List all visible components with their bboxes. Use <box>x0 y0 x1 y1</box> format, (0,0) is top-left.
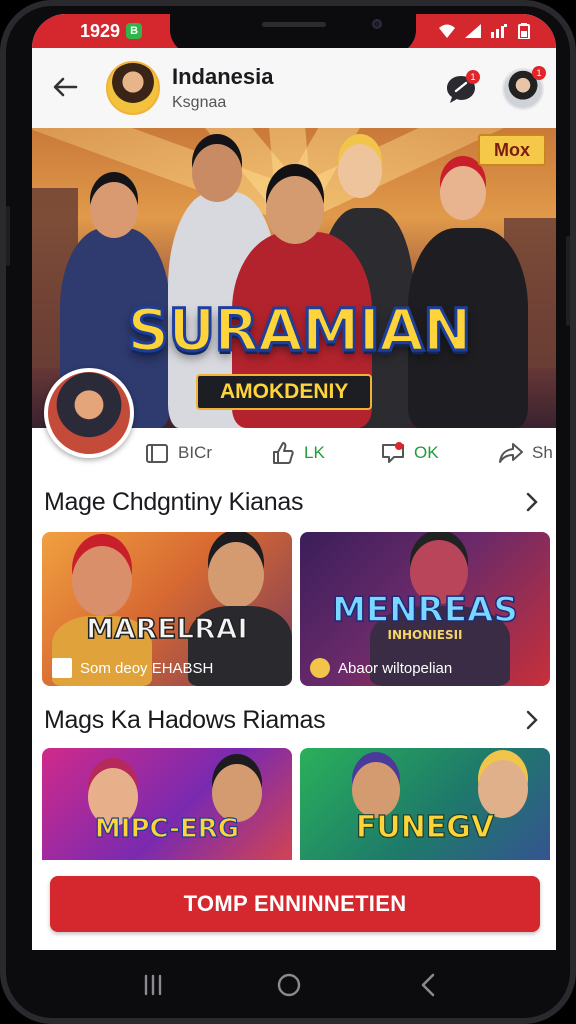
page-title: Indanesia <box>172 64 274 89</box>
card-logo: MENREAS <box>331 589 518 631</box>
banner-logo-subtitle: AMOKDENIY <box>196 374 373 410</box>
card-logo-subtitle: INHONIESII <box>387 628 463 642</box>
game-card[interactable]: MARELRAI Som deoy EHABSH <box>42 532 292 686</box>
share-icon <box>499 443 523 463</box>
channel-avatar-icon <box>310 658 330 678</box>
chevron-right-icon[interactable] <box>522 490 542 514</box>
signal-alt-icon <box>491 24 507 38</box>
corner-badge[interactable]: Mox <box>478 134 546 166</box>
system-nav-bar <box>6 950 570 1018</box>
hero-head <box>338 144 382 198</box>
power-button <box>566 236 570 326</box>
like-label: LK <box>304 443 325 462</box>
comment-label: OK <box>414 443 439 462</box>
card-logo: MIPC-ERG <box>94 813 240 844</box>
comment-button[interactable]: OK <box>380 440 439 466</box>
play-icon <box>52 658 72 678</box>
screen: 1929 B Indanesia Ksgnaa 1 1 Mox SURAMIAN… <box>32 14 556 950</box>
channel-avatar[interactable] <box>106 61 160 115</box>
app-header: Indanesia Ksgnaa 1 1 <box>32 48 556 128</box>
wifi-icon <box>439 24 455 38</box>
card-logo: MARELRAI <box>85 611 248 646</box>
phone-frame: 1929 B Indanesia Ksgnaa 1 1 Mox SURAMIAN… <box>0 0 576 1024</box>
signal-icon <box>465 24 481 38</box>
primary-cta-button[interactable]: TOMP ENNINNETIEN <box>50 876 540 932</box>
profile-badge: 1 <box>532 66 546 80</box>
card-caption: Abaor wiltopelian <box>310 658 452 678</box>
share-label: Sh <box>532 443 553 462</box>
battery-icon <box>518 23 530 39</box>
bookmark-icon <box>146 444 168 463</box>
back-arrow-icon[interactable] <box>50 72 80 102</box>
chat-badge: 1 <box>466 70 480 84</box>
status-time: 1929 <box>80 20 121 41</box>
hero-head <box>266 176 324 244</box>
action-row: BICr LK OK Sh <box>32 432 556 476</box>
chevron-right-icon[interactable] <box>522 708 542 732</box>
hero-head <box>440 166 486 220</box>
banner-logo-title: SURAMIAN <box>126 295 473 366</box>
card-caption: Som deoy EHABSH <box>52 658 213 678</box>
like-button[interactable]: LK <box>270 440 325 466</box>
card-character <box>208 542 264 608</box>
hero-head <box>192 144 242 202</box>
section-title: Mage Chdgntiny Kianas <box>44 488 304 516</box>
cta-container: TOMP ENNINNETIEN <box>32 860 556 950</box>
comment-icon <box>382 442 404 463</box>
back-icon[interactable] <box>414 970 444 1000</box>
status-indicator: B <box>126 23 143 39</box>
speaker-grille <box>262 22 326 27</box>
share-button[interactable]: Sh <box>498 440 553 466</box>
front-camera <box>372 19 382 29</box>
card-caption-text: Som deoy EHABSH <box>80 659 214 677</box>
card-caption-text: Abaor wiltopelian <box>338 659 453 677</box>
home-icon[interactable] <box>274 970 304 1000</box>
save-label: BICr <box>178 443 212 462</box>
volume-button <box>6 206 10 266</box>
recents-icon[interactable] <box>138 970 168 1000</box>
hero-head <box>90 182 138 238</box>
section-title: Mags Ka Hadows Riamas <box>44 706 326 734</box>
game-card[interactable]: MENREAS INHONIESII Abaor wiltopelian <box>300 532 550 686</box>
page-subtitle: Ksgnaa <box>172 94 227 111</box>
card-logo: FUNEGV <box>355 809 495 845</box>
thumb-up-icon <box>273 442 294 464</box>
card-character <box>72 546 132 616</box>
save-button[interactable]: BICr <box>144 440 212 466</box>
